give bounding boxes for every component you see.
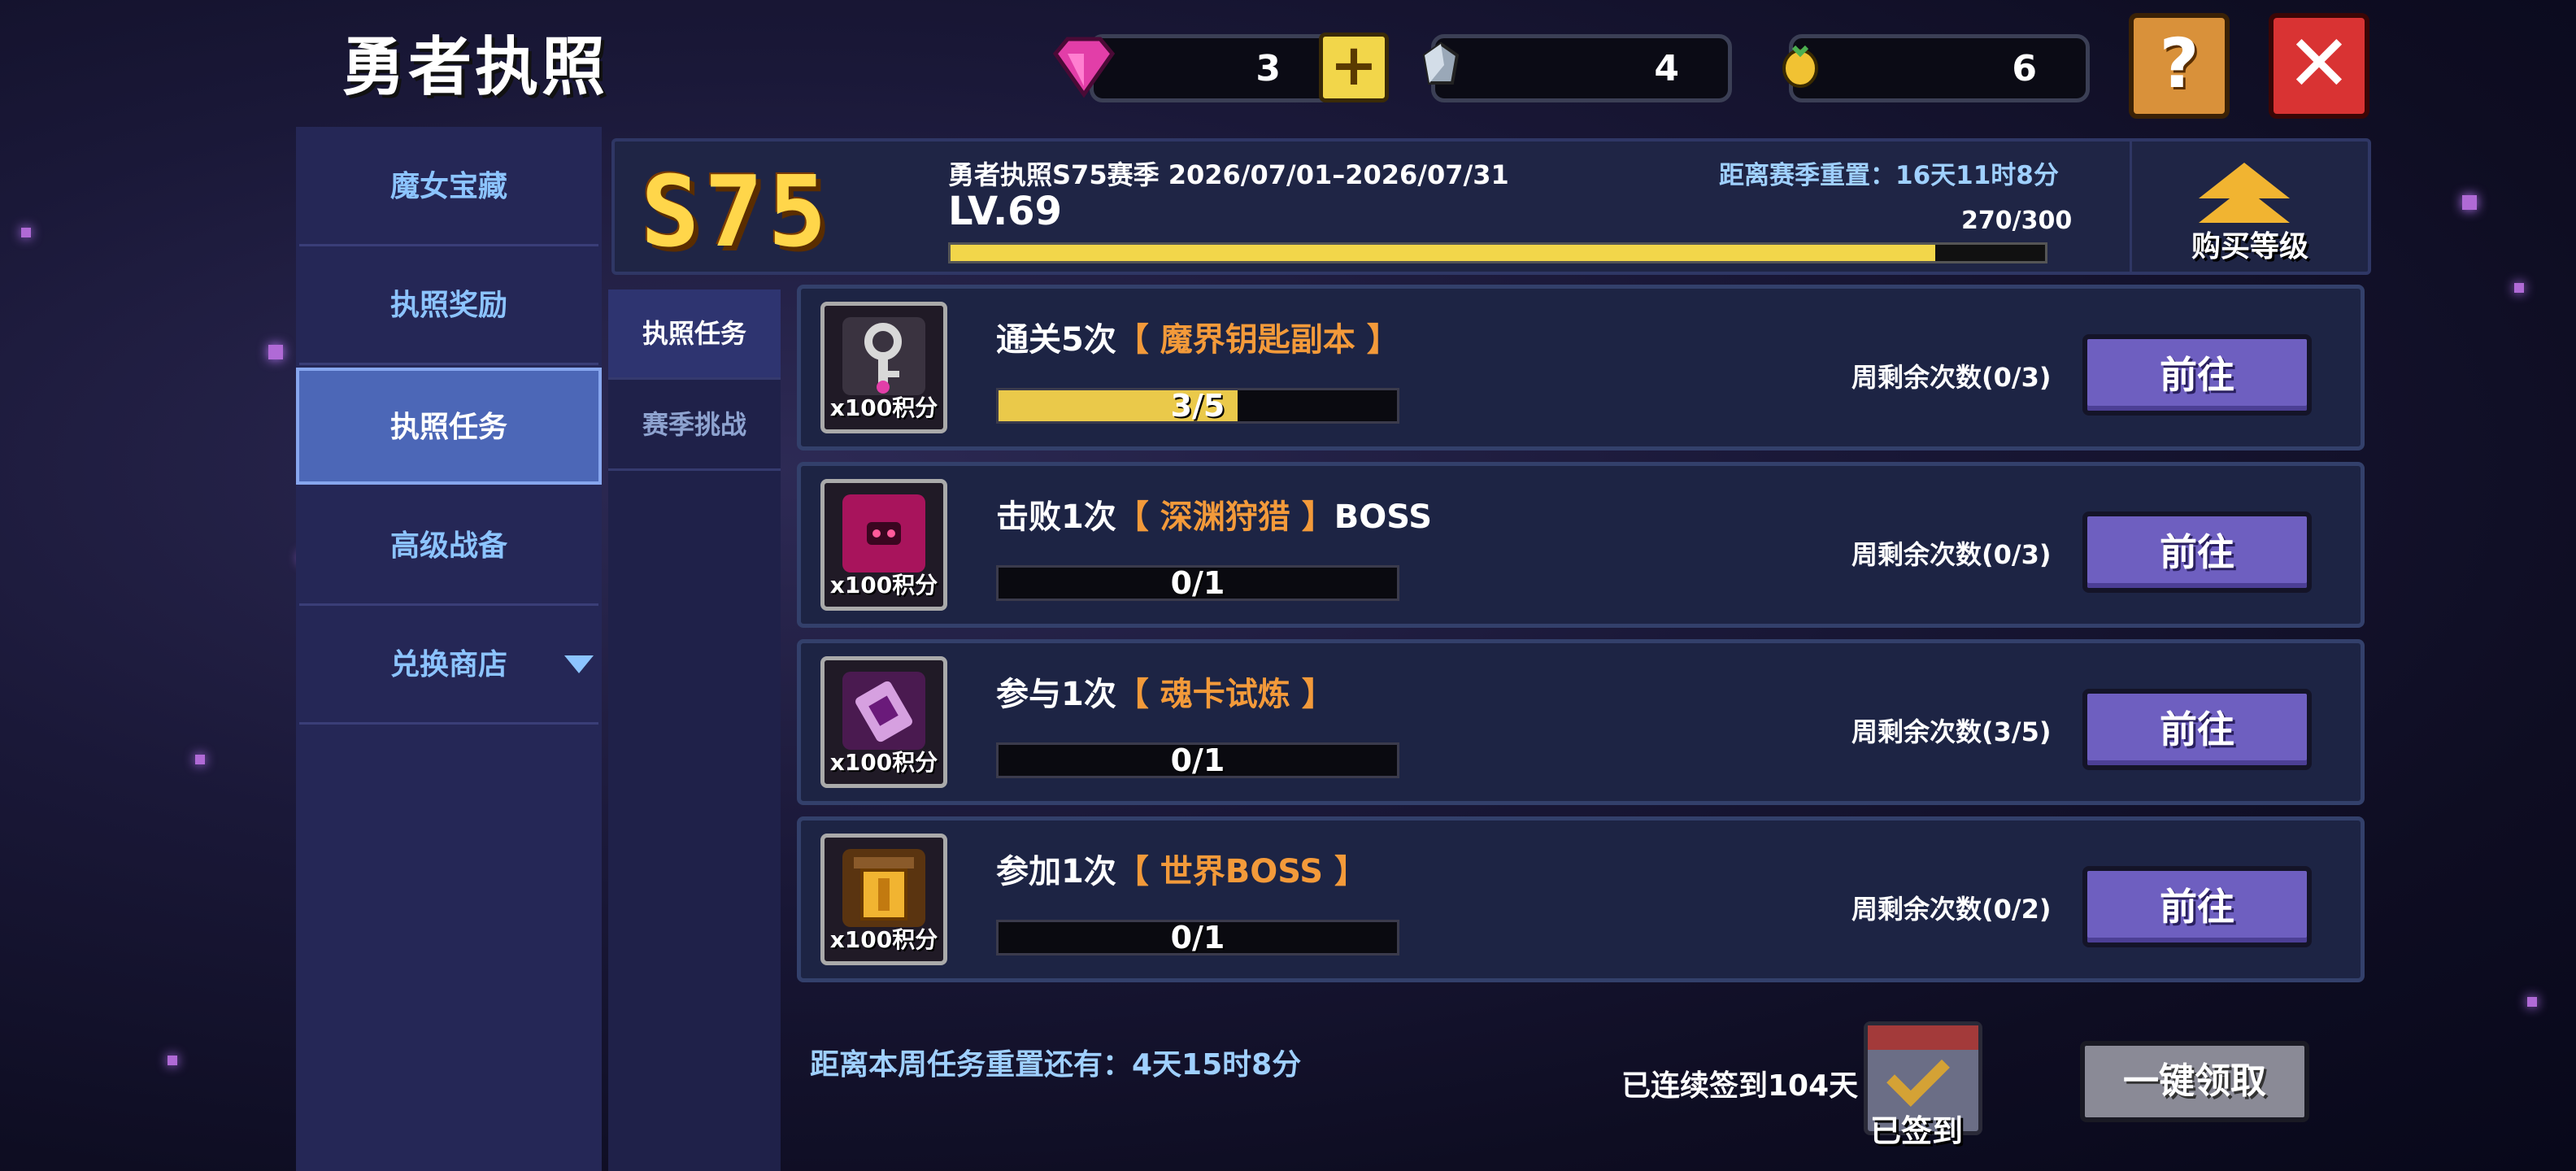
sub-tabs: 执照任务 赛季挑战 <box>608 289 781 1171</box>
task-points: x100积分 <box>829 749 938 776</box>
task-remaining: 周剩余次数(0/3) <box>1852 539 2052 570</box>
season-reset-timer: 距离赛季重置：16天11时8分 <box>1719 161 2059 190</box>
sidebar-nav: 魔女宝藏 执照奖励 执照任务 高级战备 兑换商店 <box>296 127 602 1171</box>
tab-license-tasks[interactable]: 执照任务 <box>608 289 781 380</box>
exp-text: 270/300 <box>1961 207 2073 235</box>
task-points: x100积分 <box>829 394 938 421</box>
help-button[interactable]: ? <box>2129 13 2230 119</box>
task-row: x100积分 参加1次【 世界BOSS 】 0/1 周剩余次数(0/2) 前往 <box>797 816 2365 982</box>
sidebar-item-witch-treasure[interactable]: 魔女宝藏 <box>299 130 598 246</box>
weekly-reset-timer: 距离本周任务重置还有：4天15时8分 <box>810 1048 1302 1082</box>
task-row: x100积分 参与1次【 魂卡试炼 】 0/1 周剩余次数(3/5) 前往 <box>797 639 2365 805</box>
close-button[interactable]: ✕ <box>2269 13 2369 119</box>
tab-season-challenge[interactable]: 赛季挑战 <box>608 381 781 471</box>
task-progress-bar: 0/1 <box>996 920 1399 956</box>
task-icon-frame: x100积分 <box>820 302 947 433</box>
pink-gem-icon <box>1052 37 1116 98</box>
task-progress-text: 0/1 <box>1170 565 1225 601</box>
gem-count: 3 <box>1255 48 1281 89</box>
go-button[interactable]: 前往 <box>2082 511 2312 593</box>
task-remaining: 周剩余次数(3/5) <box>1852 716 2052 747</box>
sidebar-item-exchange-shop[interactable]: 兑换商店 <box>299 608 598 725</box>
season-header: S75 勇者执照S75赛季 2026/07/01–2026/07/31 LV.6… <box>611 138 2371 275</box>
task-remaining: 周剩余次数(0/3) <box>1852 362 2052 393</box>
season-badge: S75 <box>641 156 832 269</box>
checkmark-icon <box>1886 1043 1950 1107</box>
exp-progress-bar <box>948 242 2047 263</box>
page-title: 勇者执照 <box>342 31 609 104</box>
task-remaining: 周剩余次数(0/2) <box>1852 894 2052 925</box>
claim-all-button[interactable]: 一键领取 <box>2080 1041 2309 1122</box>
task-icon-frame: x100积分 <box>820 834 947 965</box>
key-icon <box>842 317 925 395</box>
task-progress-bar: 0/1 <box>996 742 1399 778</box>
add-gems-button[interactable]: + <box>1319 33 1389 102</box>
chevron-down-icon[interactable] <box>564 655 594 673</box>
sidebar-item-license-tasks[interactable]: 执照任务 <box>296 368 602 485</box>
chevron-up-icon <box>2199 187 2290 223</box>
world-boss-icon <box>842 849 925 927</box>
buy-level-button[interactable]: 购买等级 <box>2130 141 2368 272</box>
task-description: 参加1次【 世界BOSS 】 <box>996 853 1368 890</box>
task-icon-frame: x100积分 <box>820 479 947 611</box>
crystal-counter: 4 <box>1431 34 1732 102</box>
abyss-icon <box>842 494 925 572</box>
task-icon-frame: x100积分 <box>820 656 947 788</box>
task-description: 参与1次【 魂卡试炼 】 <box>996 676 1334 713</box>
signin-streak: 已连续签到104天 <box>1621 1069 1859 1103</box>
task-points: x100积分 <box>829 926 938 953</box>
coin-counter: 6 <box>1789 34 2090 102</box>
task-points: x100积分 <box>829 572 938 599</box>
go-button[interactable]: 前往 <box>2082 866 2312 947</box>
sidebar-item-advanced-gear[interactable]: 高级战备 <box>299 490 598 606</box>
gold-seed-icon <box>1782 45 1818 88</box>
crystal-icon <box>1422 41 1460 85</box>
sidebar-item-license-rewards[interactable]: 执照奖励 <box>299 249 598 365</box>
task-row: x100积分 通关5次【 魔界钥匙副本 】 3/5 周剩余次数(0/3) 前往 <box>797 285 2365 451</box>
go-button[interactable]: 前往 <box>2082 689 2312 770</box>
task-row: x100积分 击败1次【 深渊狩猎 】BOSS 0/1 周剩余次数(0/3) 前… <box>797 462 2365 628</box>
buy-level-label: 购买等级 <box>2191 230 2308 263</box>
task-description: 通关5次【 魔界钥匙副本 】 <box>996 321 1399 359</box>
signed-label: 已签到 <box>1870 1113 1964 1149</box>
soul-card-icon <box>842 672 925 750</box>
task-description: 击败1次【 深渊狩猎 】BOSS <box>996 498 1433 536</box>
go-button[interactable]: 前往 <box>2082 334 2312 416</box>
exp-progress-fill <box>951 245 1936 261</box>
task-progress-text: 0/1 <box>1170 742 1225 778</box>
level-label: LV.69 <box>948 189 1062 234</box>
gem-counter: 3 <box>1090 34 1334 102</box>
coin-count: 6 <box>2012 48 2037 89</box>
task-progress-bar: 3/5 <box>996 388 1399 424</box>
task-progress-text: 0/1 <box>1170 920 1225 956</box>
crystal-count: 4 <box>1654 48 1679 89</box>
task-progress-text: 3/5 <box>1170 388 1225 424</box>
season-title: 勇者执照S75赛季 2026/07/01–2026/07/31 <box>948 159 1509 190</box>
task-progress-bar: 0/1 <box>996 565 1399 601</box>
